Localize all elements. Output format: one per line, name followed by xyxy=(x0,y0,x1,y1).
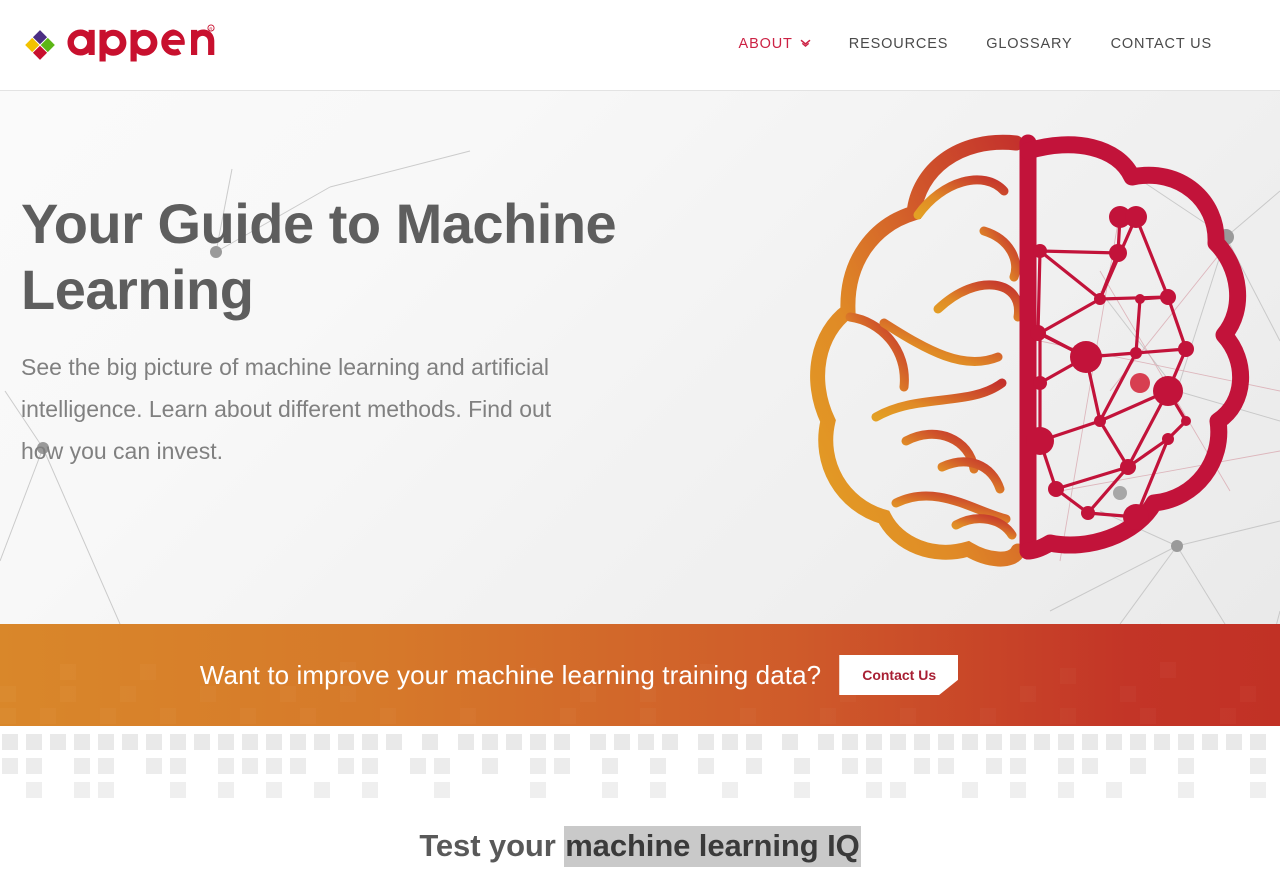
site-header: R ABOUT RESOURCES GLOSSARY CONTACT US xyxy=(0,0,1280,91)
appen-logo[interactable]: R xyxy=(19,21,215,69)
quiz-title: Test your machine learning IQ xyxy=(419,826,861,867)
brain-illustration xyxy=(810,134,1250,567)
nav-item-about-label: ABOUT xyxy=(738,36,793,52)
cta-banner: Want to improve your machine learning tr… xyxy=(0,624,1280,726)
svg-text:R: R xyxy=(209,26,212,31)
hero-section: Your Guide to Machine Learning See the b… xyxy=(0,91,1280,624)
appen-wordmark: R xyxy=(63,20,215,67)
nav-item-glossary-label: GLOSSARY xyxy=(986,36,1073,52)
pixel-pattern-band xyxy=(0,726,1280,812)
quiz-title-prefix: Test your xyxy=(419,828,565,863)
appen-diamond-icon xyxy=(19,24,61,66)
nav-item-glossary[interactable]: GLOSSARY xyxy=(967,36,1091,52)
page-root: R ABOUT RESOURCES GLOSSARY CONTACT US Yo… xyxy=(0,0,1280,888)
nav-item-contact-us-label: CONTACT US xyxy=(1110,36,1212,52)
cta-inner: Want to improve your machine learning tr… xyxy=(199,655,959,695)
nav-item-about[interactable]: ABOUT xyxy=(720,36,830,52)
nav-item-resources[interactable]: RESOURCES xyxy=(830,36,968,52)
nav-item-contact-us[interactable]: CONTACT US xyxy=(1092,36,1212,52)
chevron-down-icon xyxy=(800,37,811,53)
hero-subtitle: See the big picture of machine learning … xyxy=(21,354,552,464)
nav-item-resources-label: RESOURCES xyxy=(848,36,949,52)
hero-copy: Your Guide to Machine Learning See the b… xyxy=(21,191,641,473)
quiz-section: Test your machine learning IQ xyxy=(0,812,1280,888)
page-title: Your Guide to Machine Learning xyxy=(21,192,617,322)
quiz-title-selected-text: machine learning IQ xyxy=(564,826,861,867)
contact-us-button[interactable]: Contact Us xyxy=(839,655,959,695)
main-navigation: ABOUT RESOURCES GLOSSARY CONTACT US xyxy=(720,36,1212,52)
cta-text: Want to improve your machine learning tr… xyxy=(199,659,822,690)
pixel-pattern-svg xyxy=(2,734,1266,798)
